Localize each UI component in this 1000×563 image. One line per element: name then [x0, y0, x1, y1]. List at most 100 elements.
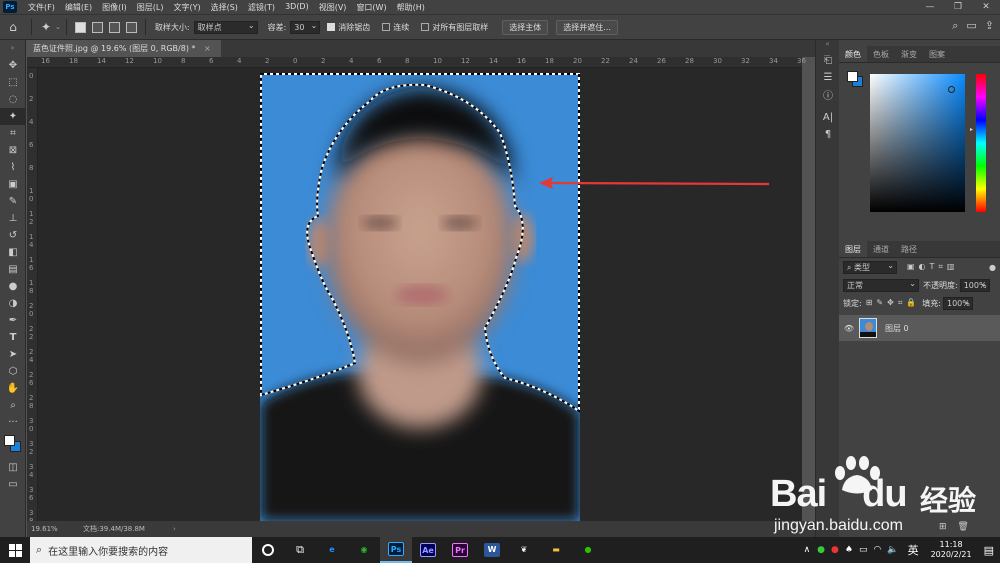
stamp-tool-icon[interactable]: ⊥ — [0, 210, 26, 227]
brush-tool-icon[interactable]: ✎ — [0, 193, 26, 210]
canvas-area[interactable] — [38, 68, 802, 521]
character-panel-icon[interactable]: A| — [816, 109, 840, 126]
quick-mask-icon[interactable]: ◫ — [0, 459, 26, 476]
crop-tool-icon[interactable]: ⌗ — [0, 125, 26, 142]
marquee-tool-icon[interactable]: ⬚ — [0, 74, 26, 91]
intersect-selection-mode-icon[interactable] — [125, 21, 137, 33]
color-swatches[interactable] — [0, 431, 25, 459]
taskbar-app-wechat[interactable]: ● — [572, 537, 604, 563]
menu-item[interactable]: 文字(Y) — [168, 2, 205, 13]
taskbar-app-edge[interactable]: e — [316, 537, 348, 563]
tab-color[interactable]: 颜色 — [839, 46, 867, 62]
healing-brush-tool-icon[interactable]: ▣ — [0, 176, 26, 193]
new-selection-mode-icon[interactable] — [74, 21, 86, 33]
hue-slider[interactable] — [976, 74, 986, 212]
shape-tool-icon[interactable]: ⬡ — [0, 363, 26, 380]
tab-gradients[interactable]: 渐变 — [895, 46, 923, 62]
menu-item[interactable]: 滤镜(T) — [243, 2, 280, 13]
layer-filter-icons[interactable]: ▣◐T⌗▥ — [907, 262, 959, 272]
document-tab[interactable]: 蓝色证件照.jpg @ 19.6% (图层 0, RGB/8) * × — [27, 40, 221, 57]
wechat-tray-icon[interactable]: ● — [817, 545, 825, 555]
select-subject-button[interactable]: 选择主体 — [502, 19, 549, 35]
eraser-tool-icon[interactable]: ◧ — [0, 244, 26, 261]
magic-wand-preset-icon[interactable]: ✦ — [37, 18, 55, 36]
info-panel-icon[interactable]: ⓘ — [816, 86, 840, 103]
menu-item[interactable]: 选择(S) — [206, 2, 243, 13]
magic-wand-tool-icon[interactable]: ✦ — [0, 108, 26, 125]
tab-patterns[interactable]: 图案 — [923, 46, 951, 62]
taskbar-app-feather[interactable]: ❦ — [508, 537, 540, 563]
taskbar-app-photoshop[interactable]: Ps — [380, 537, 412, 563]
color-picker-cursor[interactable] — [948, 86, 955, 93]
path-selection-tool-icon[interactable]: ➤ — [0, 346, 26, 363]
menu-item[interactable]: 视图(V) — [314, 2, 352, 13]
history-panel-icon[interactable]: ⎗ — [816, 52, 840, 69]
opacity-input[interactable]: 100% — [959, 278, 990, 292]
menu-item[interactable]: 编辑(E) — [60, 2, 97, 13]
tab-swatches[interactable]: 色板 — [867, 46, 895, 62]
select-and-mask-button[interactable]: 选择并遮住... — [556, 19, 618, 35]
restore-icon[interactable]: ❐ — [944, 0, 972, 14]
foreground-color-swatch[interactable] — [4, 435, 15, 446]
history-brush-tool-icon[interactable]: ↺ — [0, 227, 26, 244]
layer-filter-select[interactable]: ⌕ 类型 — [843, 260, 897, 274]
screen-mode-icon[interactable]: ▭ — [0, 476, 26, 493]
blend-mode-select[interactable]: 正常 — [843, 278, 919, 292]
workspace-icon[interactable]: ▭ — [966, 19, 976, 33]
sample-all-layers-checkbox[interactable] — [421, 23, 430, 31]
search-icon[interactable]: ⌕ — [952, 19, 958, 33]
zoom-level[interactable]: 19.61% — [27, 525, 77, 533]
menu-item[interactable]: 图像(I) — [97, 2, 132, 13]
subtract-selection-mode-icon[interactable] — [108, 21, 120, 33]
pen-tool-icon[interactable]: ✒ — [0, 312, 26, 329]
toolbar-collapse-icon[interactable]: » — [0, 40, 25, 57]
menu-item[interactable]: 3D(D) — [280, 2, 314, 13]
start-button[interactable] — [0, 537, 30, 563]
eyedropper-tool-icon[interactable]: ⌇ — [0, 159, 26, 176]
taskbar-app-after-effects[interactable]: Ae — [412, 537, 444, 563]
paragraph-panel-icon[interactable]: ¶ — [816, 126, 840, 143]
taskbar-app-browser[interactable]: ◉ — [348, 537, 380, 563]
taskbar-app-premiere[interactable]: Pr — [444, 537, 476, 563]
gradient-tool-icon[interactable]: ▤ — [0, 261, 26, 278]
move-tool-icon[interactable]: ✥ — [0, 57, 26, 74]
adjustments-panel-icon[interactable]: ☰ — [816, 69, 840, 86]
hue-slider-handle-icon[interactable]: ▸ — [970, 126, 973, 133]
contiguous-checkbox[interactable] — [382, 23, 391, 31]
minimize-icon[interactable]: — — [916, 0, 944, 14]
visibility-eye-icon[interactable]: 👁 — [839, 324, 859, 333]
taskbar-app-word[interactable]: W — [476, 537, 508, 563]
tab-channels[interactable]: 通道 — [867, 241, 895, 257]
task-view-icon[interactable]: ⧉ — [284, 537, 316, 563]
tray-chevron-icon[interactable]: ∧ — [804, 545, 811, 555]
menu-item[interactable]: 图层(L) — [132, 2, 169, 13]
clock[interactable]: 11:18 2020/2/21 — [931, 540, 972, 560]
network-icon[interactable]: ◠ — [873, 545, 881, 555]
battery-icon[interactable]: ▭ — [859, 545, 868, 555]
menu-item[interactable]: 文件(F) — [23, 2, 60, 13]
blur-tool-icon[interactable]: ● — [0, 278, 26, 295]
add-selection-mode-icon[interactable] — [91, 21, 103, 33]
frame-tool-icon[interactable]: ⊠ — [0, 142, 26, 159]
dodge-tool-icon[interactable]: ◑ — [0, 295, 26, 312]
tab-paths[interactable]: 路径 — [895, 241, 923, 257]
hand-tool-icon[interactable]: ✋ — [0, 380, 26, 397]
menu-item[interactable]: 帮助(H) — [392, 2, 430, 13]
ime-indicator[interactable]: 英 — [908, 542, 919, 558]
close-tab-icon[interactable]: × — [204, 44, 211, 53]
filter-toggle-icon[interactable]: ● — [989, 263, 996, 272]
weibo-tray-icon[interactable]: ● — [831, 545, 839, 555]
tolerance-input[interactable]: 30 — [290, 20, 321, 34]
chevron-down-icon[interactable]: ⌄ — [55, 23, 61, 31]
close-icon[interactable]: ✕ — [972, 0, 1000, 14]
collapse-icon[interactable]: « — [816, 40, 839, 52]
home-icon[interactable]: ⌂ — [0, 18, 26, 36]
sample-size-select[interactable]: 取样点 — [193, 20, 258, 34]
taskbar-app-file-explorer[interactable]: ▬ — [540, 537, 572, 563]
fill-input[interactable]: 100% — [942, 296, 973, 310]
volume-icon[interactable]: 🔈 — [887, 545, 898, 555]
notification-icon[interactable]: ▤ — [984, 544, 994, 557]
layer-row[interactable]: 👁 图层 0 — [839, 315, 1000, 341]
share-icon[interactable]: ⇪ — [985, 19, 994, 33]
status-menu-chevron-icon[interactable]: › — [173, 525, 176, 533]
